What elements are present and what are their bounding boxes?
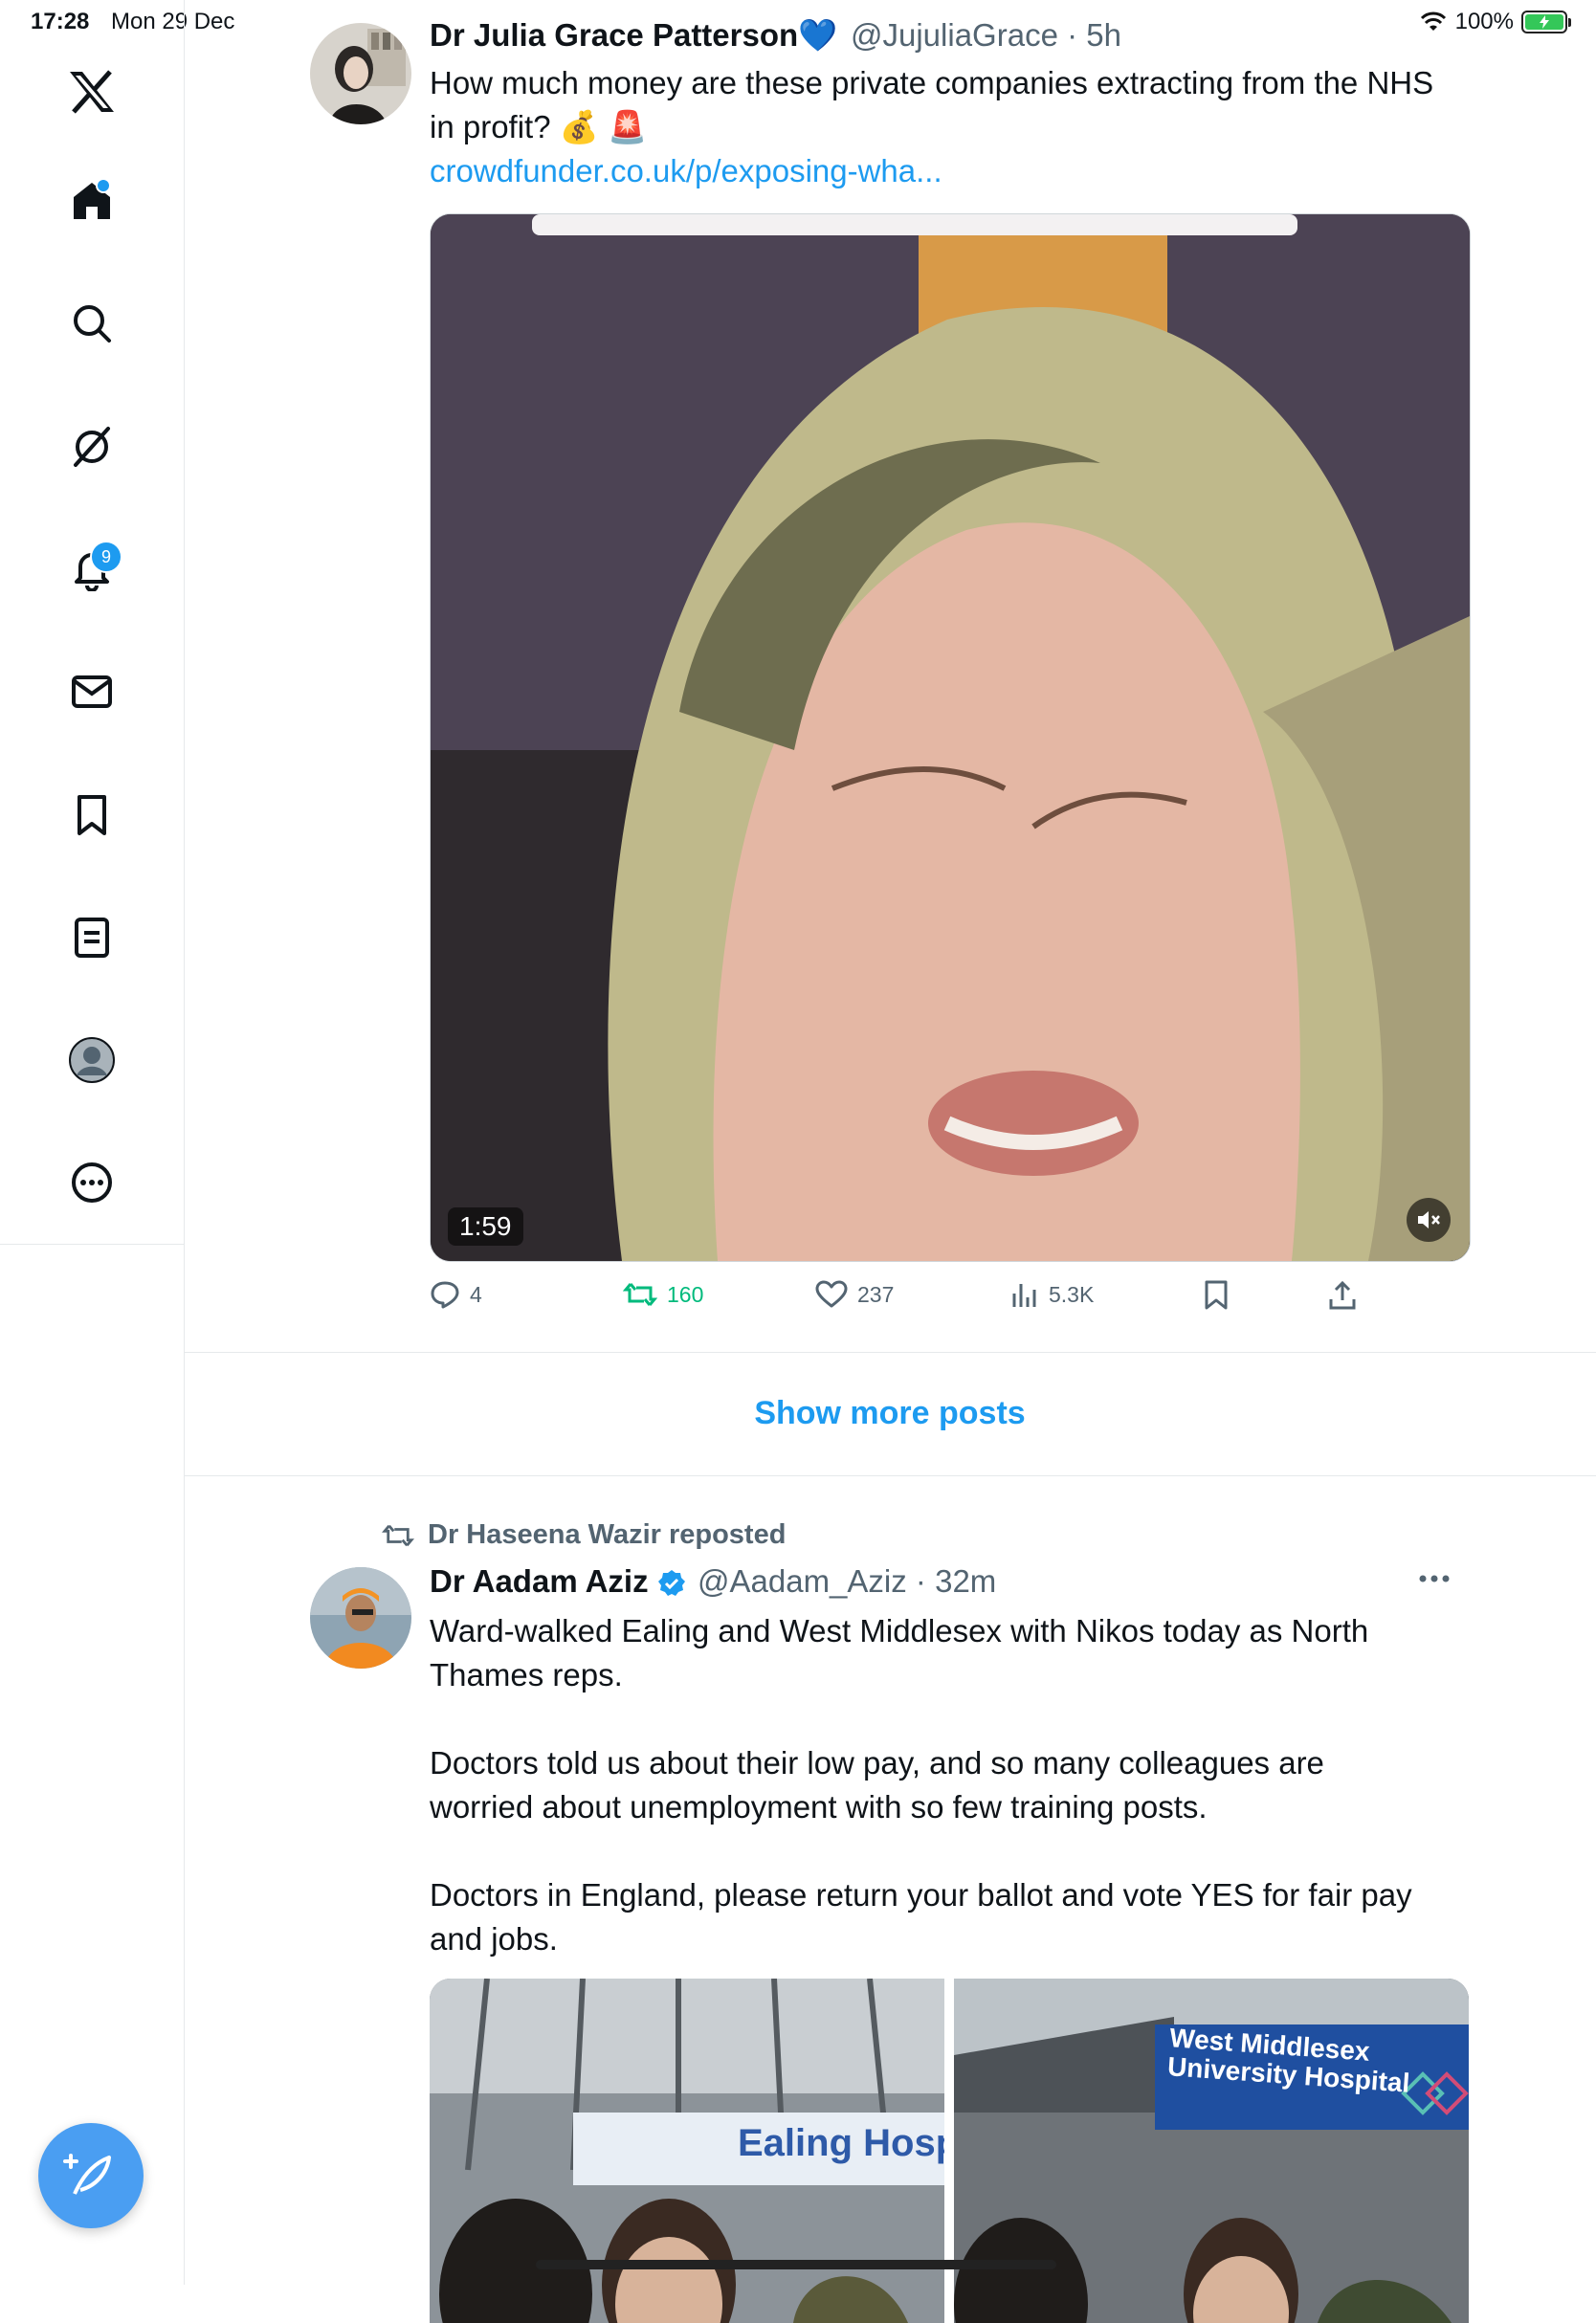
like-button[interactable]: 237 (815, 1280, 894, 1309)
more-horizontal-icon (1419, 1575, 1450, 1582)
post-text: Ward-walked Ealing and West Middlesex wi… (430, 1613, 1412, 1957)
compose-button[interactable] (38, 2123, 144, 2228)
sidebar-item-grok[interactable] (54, 409, 130, 485)
bookmark-icon (78, 795, 106, 835)
post-image-1[interactable]: Ealing Hospita (430, 1979, 944, 2323)
list-icon (75, 918, 109, 958)
notifications-badge: 9 (90, 541, 122, 573)
repost-icon (382, 1524, 414, 1546)
x-logo-icon[interactable] (54, 54, 130, 130)
sidebar-item-notifications[interactable]: 9 (54, 531, 130, 608)
like-count: 237 (857, 1281, 895, 1307)
video-frame (431, 214, 1470, 1261)
reply-icon (431, 1281, 459, 1309)
reply-count: 4 (470, 1281, 482, 1307)
views-icon (1012, 1284, 1036, 1307)
video-duration: 1:59 (448, 1207, 523, 1246)
author-handle: @JujuliaGrace (851, 17, 1058, 53)
blue-heart-emoji: 💙 (798, 17, 838, 53)
bookmark-icon (1205, 1280, 1228, 1310)
bookmark-button[interactable] (1204, 1280, 1229, 1311)
repost-icon (623, 1283, 657, 1306)
post-time: 5h (1086, 17, 1121, 53)
divider (184, 1475, 1596, 1476)
reply-button[interactable]: 4 (430, 1280, 482, 1309)
mail-icon (72, 675, 112, 708)
hospital-sign-text: Ealing Hospita (738, 2122, 944, 2164)
mute-icon (1418, 1211, 1440, 1228)
author-name[interactable]: Dr Aadam Aziz (430, 1563, 649, 1600)
heart-icon (815, 1280, 848, 1308)
sidebar-item-profile[interactable] (54, 1022, 130, 1098)
sidebar-item-more[interactable] (54, 1144, 130, 1221)
sidebar-divider (0, 1244, 184, 1245)
share-button[interactable] (1328, 1280, 1357, 1311)
post-image-2[interactable]: West Middlesex University Hospital (954, 1979, 1469, 2323)
share-icon (1329, 1280, 1356, 1310)
grok-icon (74, 427, 110, 467)
views-button[interactable]: 5.3K (1010, 1280, 1094, 1309)
sidebar-item-home[interactable] (54, 163, 130, 239)
author-handle: @Aadam_Aziz (698, 1563, 907, 1599)
views-count: 5.3K (1049, 1281, 1095, 1307)
sidebar-item-explore[interactable] (54, 285, 130, 362)
sidebar-item-bookmarks[interactable] (54, 777, 130, 853)
verified-badge-icon (658, 1570, 685, 1596)
author-handle-time[interactable]: @Aadam_Aziz · 32m (698, 1563, 996, 1600)
sidebar-item-lists[interactable] (54, 899, 130, 976)
show-more-posts-button[interactable]: Show more posts (184, 1395, 1596, 1432)
sidebar: 9 (0, 0, 185, 2285)
divider (184, 1352, 1596, 1353)
mute-button[interactable] (1407, 1198, 1451, 1242)
search-icon (74, 305, 111, 343)
author-name[interactable]: Dr Julia Grace Patterson💙 (430, 17, 837, 55)
post-link[interactable]: crowdfunder.co.uk/p/exposing-wha... (430, 153, 942, 189)
sidebar-item-messages[interactable] (54, 653, 130, 730)
reposted-by-label: Dr Haseena Wazir reposted (428, 1519, 787, 1550)
video-player[interactable]: 1:59 (430, 213, 1471, 1262)
avatar[interactable] (310, 1567, 411, 1669)
repost-count: 160 (667, 1281, 704, 1307)
post-time: 32m (935, 1563, 997, 1599)
home-badge-dot (96, 178, 111, 193)
home-indicator[interactable] (536, 2260, 1056, 2269)
repost-button[interactable]: 160 (623, 1280, 703, 1309)
post-options-button[interactable] (1418, 1569, 1451, 1593)
avatar[interactable] (310, 23, 411, 124)
profile-icon (69, 1037, 115, 1083)
timeline: Dr Julia Grace Patterson💙 @JujuliaGrace … (184, 0, 1596, 2323)
more-circle-icon (72, 1162, 112, 1203)
post-text: How much money are these private compani… (430, 65, 1434, 144)
post-media-grid: Ealing Hospita West Middlesex University… (430, 1979, 1469, 2323)
repost-indicator[interactable]: Dr Haseena Wazir reposted (382, 1519, 786, 1551)
author-handle-time[interactable]: @JujuliaGrace · 5h (851, 17, 1121, 54)
compose-icon (63, 2154, 111, 2195)
